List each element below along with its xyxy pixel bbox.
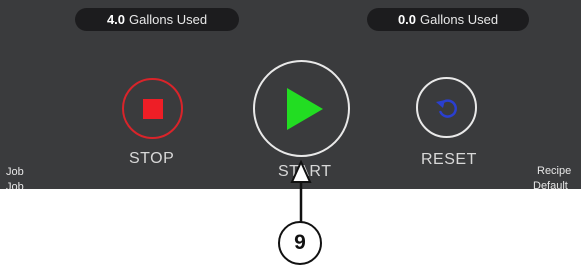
gallons-right-amount: 0.0 [397, 12, 417, 27]
recipe-label: Recipe [537, 165, 572, 177]
job-value: Job [6, 181, 24, 189]
reset-label: RESET [421, 151, 477, 168]
start-button[interactable] [253, 60, 350, 157]
play-icon [287, 88, 323, 130]
callout-up-arrow-icon [290, 160, 312, 222]
gallons-right-unit: Gallons Used [420, 12, 499, 27]
gallons-used-right: 0.0 Gallons Used [367, 8, 529, 31]
callout-number: 9 [294, 231, 306, 254]
reset-icon [436, 99, 457, 118]
gallons-used-left: 4.0 Gallons Used [75, 8, 239, 31]
stop-label: STOP [129, 150, 175, 167]
recipe-value: Default [533, 180, 568, 189]
stop-button[interactable] [122, 78, 183, 139]
gallons-left-amount: 4.0 [106, 12, 126, 27]
gallons-left-unit: Gallons Used [129, 12, 208, 27]
callout-badge: 9 [278, 221, 322, 265]
reset-button[interactable] [416, 77, 477, 138]
stop-square-icon [143, 99, 163, 119]
job-label: Job [6, 166, 24, 178]
